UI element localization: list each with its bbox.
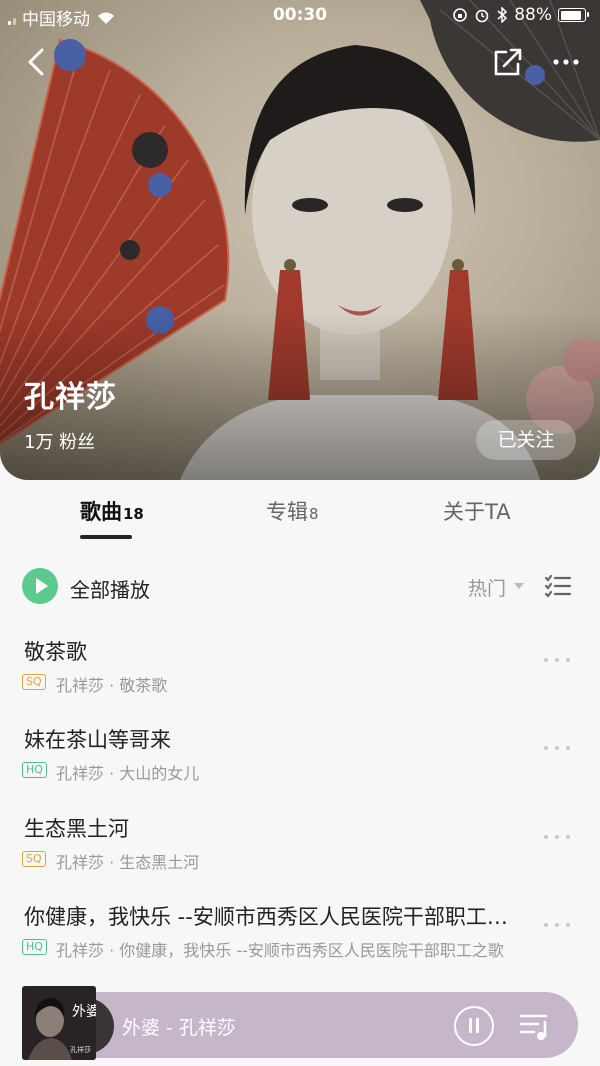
playlist-icon[interactable] [518, 1010, 552, 1042]
album-cover-art: 外婆 孔祥莎 [22, 986, 96, 1060]
quality-badge: HQ [22, 939, 47, 955]
battery-percent: 88% [514, 5, 552, 25]
song-subtitle: 孔祥莎 · 敬茶歌 [56, 676, 168, 695]
more-dots-icon[interactable] [544, 658, 572, 666]
top-nav [0, 40, 600, 84]
bluetooth-icon [497, 7, 508, 23]
song-title: 你健康，我快乐 --安顺市西秀区人民医院干部职工之歌 [24, 905, 524, 929]
alarm-icon [475, 9, 489, 23]
battery-icon [558, 8, 589, 22]
tab-albums-label: 专辑 [266, 500, 308, 524]
fan-count: 1万 粉丝 [24, 432, 96, 453]
song-row[interactable]: 生态黑土河 SQ 孔祥莎 · 生态黑土河 [0, 805, 600, 893]
share-icon[interactable] [490, 44, 526, 80]
orientation-lock-icon [453, 8, 468, 22]
quality-badge: SQ [22, 851, 46, 867]
status-bar: 中国移动 00:30 88% [0, 0, 600, 32]
album-cover-artist: 孔祥莎 [70, 1045, 91, 1054]
more-dots-icon[interactable] [544, 746, 572, 754]
tab-about[interactable]: 关于TA [443, 496, 511, 526]
album-cover[interactable]: 外婆 孔祥莎 [22, 986, 96, 1060]
list-mode-icon[interactable] [544, 574, 572, 598]
song-row[interactable]: 你健康，我快乐 --安顺市西秀区人民医院干部职工之歌 HQ 孔祥莎 · 你健康，… [0, 893, 600, 981]
song-title: 生态黑土河 [24, 817, 129, 841]
song-subtitle: 孔祥莎 · 你健康，我快乐 --安顺市西秀区人民医院干部职工之歌 [56, 941, 504, 960]
play-icon[interactable] [22, 568, 58, 604]
tab-albums[interactable]: 专辑8 [266, 496, 319, 526]
more-dots-icon[interactable] [544, 923, 572, 931]
sort-dropdown[interactable]: 热门 [468, 574, 506, 601]
tab-songs-count: 18 [123, 505, 144, 523]
status-right: 88% [452, 5, 589, 25]
quality-badge: SQ [22, 674, 46, 690]
song-title: 妹在茶山等哥来 [24, 728, 171, 752]
more-icon[interactable] [548, 44, 584, 80]
play-all-row: 全部播放 热门 [0, 562, 600, 610]
song-title: 敬茶歌 [24, 640, 87, 664]
now-playing-title: 外婆 - 孔祥莎 [122, 1017, 236, 1039]
tab-about-label: 关于TA [443, 500, 511, 524]
play-all-button[interactable]: 全部播放 [70, 574, 150, 603]
tab-songs-label: 歌曲 [80, 500, 122, 524]
follow-button[interactable]: 已关注 [476, 420, 576, 460]
artist-name: 孔祥莎 [24, 380, 117, 415]
song-row[interactable]: 敬茶歌 SQ 孔祥莎 · 敬茶歌 [0, 628, 600, 716]
song-row[interactable]: 妹在茶山等哥来 HQ 孔祥莎 · 大山的女儿 [0, 716, 600, 804]
tab-albums-count: 8 [309, 505, 319, 523]
quality-badge: HQ [22, 762, 47, 778]
back-icon[interactable] [20, 44, 56, 80]
more-dots-icon[interactable] [544, 835, 572, 843]
pause-icon[interactable] [454, 1006, 494, 1046]
tab-active-indicator [80, 535, 132, 539]
sort-caret-icon [514, 583, 524, 589]
album-cover-title: 外婆 [72, 1004, 96, 1020]
tab-songs[interactable]: 歌曲18 [80, 496, 144, 526]
song-subtitle: 孔祥莎 · 大山的女儿 [56, 764, 200, 783]
song-subtitle: 孔祥莎 · 生态黑土河 [56, 853, 200, 872]
